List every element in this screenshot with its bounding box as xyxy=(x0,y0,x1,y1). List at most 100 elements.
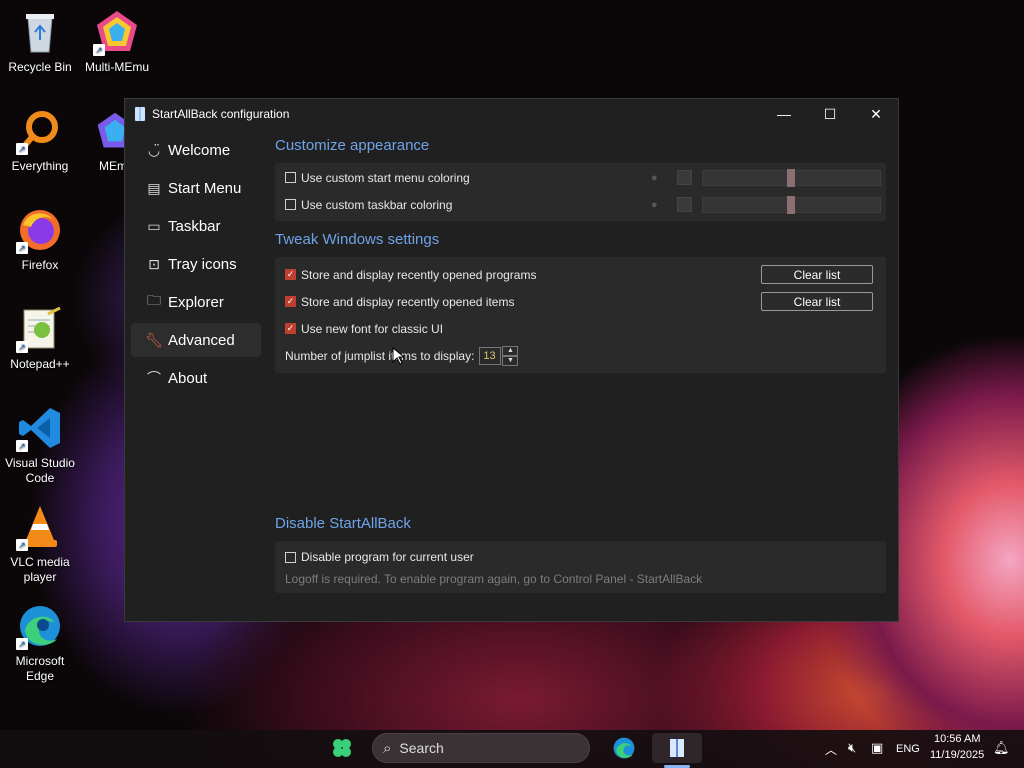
sidebar-item-label: Start Menu xyxy=(168,179,242,197)
color-drop-icon: ● xyxy=(651,171,658,184)
notepad-plus-plus-icon: ↗ xyxy=(16,305,64,353)
sidebar-item-label: About xyxy=(168,369,208,387)
clear-items-button[interactable]: Clear list xyxy=(761,292,873,311)
start-menu-coloring-checkbox[interactable] xyxy=(285,172,296,183)
about-icon: ⌒ xyxy=(147,370,161,386)
desktop-icon-memu[interactable]: MEmu xyxy=(77,107,125,174)
network-icon[interactable]: ▣ xyxy=(871,740,883,756)
sidebar-item-start-menu[interactable]: ▤ Start Menu xyxy=(131,171,261,205)
disable-program-checkbox[interactable] xyxy=(285,551,296,563)
desktop-icon-notepad-plus-plus[interactable]: ↗ Notepad++ xyxy=(0,305,80,372)
slider-thumb[interactable] xyxy=(787,195,795,214)
minimize-button[interactable]: — xyxy=(761,99,807,129)
taskbar-coloring-checkbox[interactable] xyxy=(285,199,296,210)
new-font-row: ✓ Use new font for classic UI xyxy=(285,315,876,342)
appearance-panel: Use custom start menu coloring ● Use cus… xyxy=(275,163,886,221)
desktop-icon-edge[interactable]: ↗ Microsoft Edge xyxy=(0,602,80,684)
desktop-icon-everything[interactable]: ↗ Everything xyxy=(0,107,80,174)
speaker-muted-icon[interactable]: 🔇︎ xyxy=(848,740,856,756)
tray-overflow-chevron-icon[interactable]: ︿ xyxy=(825,741,837,758)
clear-programs-button[interactable]: Clear list xyxy=(761,265,873,284)
jumplist-label: Number of jumplist items to display: xyxy=(285,348,475,363)
sidebar-item-label: Welcome xyxy=(168,141,231,159)
color-swatch[interactable] xyxy=(677,197,692,212)
language-indicator[interactable]: ENG xyxy=(896,743,920,755)
checkbox-label: Store and display recently opened progra… xyxy=(301,267,537,282)
everything-search-icon: ↗ xyxy=(16,107,64,155)
desktop-icon-multi-memu[interactable]: ↗ Multi-MEmu xyxy=(77,8,157,75)
clock-time[interactable]: 10:56 AM xyxy=(934,733,980,745)
startallback-window: StartAllBack configuration — ☐ ✕ ◡̈ Welc… xyxy=(124,98,899,622)
sidebar-item-explorer[interactable]: 🗀 Explorer xyxy=(131,285,261,319)
spin-down-icon[interactable]: ▼ xyxy=(502,355,519,366)
desktop-icon-label: MEmu xyxy=(99,159,125,173)
shortcut-arrow-icon: ↗ xyxy=(16,143,28,155)
shortcut-arrow-icon: ↗ xyxy=(16,539,28,551)
desktop-icon-firefox[interactable]: ↗ Firefox xyxy=(0,206,80,273)
section-title-appearance: Customize appearance xyxy=(275,137,430,154)
main-content: Customize appearance Use custom start me… xyxy=(275,135,886,593)
startallback-app-icon xyxy=(135,107,145,121)
start-button[interactable] xyxy=(326,733,358,763)
sidebar-item-welcome[interactable]: ◡̈ Welcome xyxy=(131,133,261,167)
sidebar-nav: ◡̈ Welcome ▤ Start Menu ▭ Taskbar ⊡ Tray… xyxy=(131,133,261,399)
taskbar-icon: ▭ xyxy=(147,217,161,234)
checkbox-label: Use custom start menu coloring xyxy=(301,170,470,185)
sidebar-item-about[interactable]: ⌒ About xyxy=(131,361,261,395)
spin-up-icon[interactable]: ▲ xyxy=(502,345,519,356)
shortcut-arrow-icon: ↗ xyxy=(16,242,28,254)
sidebar-item-tray-icons[interactable]: ⊡ Tray icons xyxy=(131,247,261,281)
taskbar: ⌕ Search ︿ 🔇︎ ▣ ENG 10:56 AM 11/19/2025 … xyxy=(0,730,1024,768)
checkbox-label: Use new font for classic UI xyxy=(301,321,444,336)
color-drop-icon: ● xyxy=(651,198,658,211)
desktop-icon-recycle-bin[interactable]: Recycle Bin xyxy=(0,8,80,75)
desktop-icon-label: Everything xyxy=(11,159,69,173)
shortcut-arrow-icon: ↗ xyxy=(16,341,28,353)
sidebar-item-label: Advanced xyxy=(168,331,235,349)
clock-date[interactable]: 11/19/2025 xyxy=(930,749,984,761)
firefox-icon: ↗ xyxy=(16,206,64,254)
section-title-disable: Disable StartAllBack xyxy=(275,515,411,532)
desktop-icon-label: VLC media player xyxy=(10,555,70,584)
taskbar-coloring-row: Use custom taskbar coloring ● xyxy=(285,191,881,218)
taskbar-search[interactable]: ⌕ Search xyxy=(372,733,590,763)
memu-icon: ↗ xyxy=(93,8,141,56)
recent-programs-checkbox[interactable]: ✓ xyxy=(285,269,296,280)
title-bar[interactable]: StartAllBack configuration — ☐ ✕ xyxy=(125,99,898,129)
disable-panel: Disable program for current user Logoff … xyxy=(275,541,886,593)
taskbar-color-slider[interactable] xyxy=(702,195,881,214)
disable-program-row: Disable program for current user xyxy=(285,545,876,569)
slider-thumb[interactable] xyxy=(787,168,795,187)
shortcut-arrow-icon: ↗ xyxy=(93,44,105,56)
vlc-icon: ↗ xyxy=(16,503,64,551)
sidebar-item-advanced[interactable]: 🔧︎ Advanced xyxy=(131,323,261,357)
sidebar-item-label: Taskbar xyxy=(168,217,221,235)
startallback-app-icon xyxy=(670,739,684,757)
recent-programs-row: ✓ Store and display recently opened prog… xyxy=(285,261,876,288)
mouse-cursor-icon xyxy=(392,347,404,365)
jumplist-count-input[interactable]: 13 xyxy=(479,346,502,365)
desktop-icon-label: Recycle Bin xyxy=(8,60,72,74)
color-swatch[interactable] xyxy=(677,170,692,185)
start-menu-icon: ▤ xyxy=(147,179,161,196)
checkbox-label: Store and display recently opened items xyxy=(301,294,515,309)
desktop-icon-vscode[interactable]: ↗ Visual Studio Code xyxy=(0,404,80,486)
sidebar-item-taskbar[interactable]: ▭ Taskbar xyxy=(131,209,261,243)
start-menu-color-slider[interactable] xyxy=(702,168,881,187)
new-font-checkbox[interactable]: ✓ xyxy=(285,323,296,334)
notification-bell-icon[interactable]: 🔔︎ xyxy=(993,740,1010,756)
recent-items-checkbox[interactable]: ✓ xyxy=(285,296,296,307)
taskbar-startallback[interactable] xyxy=(652,733,702,763)
desktop-icon-label: Visual Studio Code xyxy=(5,456,75,485)
search-icon: ⌕ xyxy=(383,739,392,757)
taskbar-edge[interactable] xyxy=(606,733,642,763)
start-clover-icon xyxy=(333,739,351,757)
maximize-button[interactable]: ☐ xyxy=(807,99,853,129)
close-button[interactable]: ✕ xyxy=(853,99,899,129)
edge-icon xyxy=(613,737,635,759)
window-title: StartAllBack configuration xyxy=(152,107,290,121)
shortcut-arrow-icon: ↗ xyxy=(16,638,28,650)
desktop-icon-vlc[interactable]: ↗ VLC media player xyxy=(0,503,80,585)
sidebar-item-label: Explorer xyxy=(168,293,224,311)
smile-icon: ◡̈ xyxy=(147,141,161,158)
